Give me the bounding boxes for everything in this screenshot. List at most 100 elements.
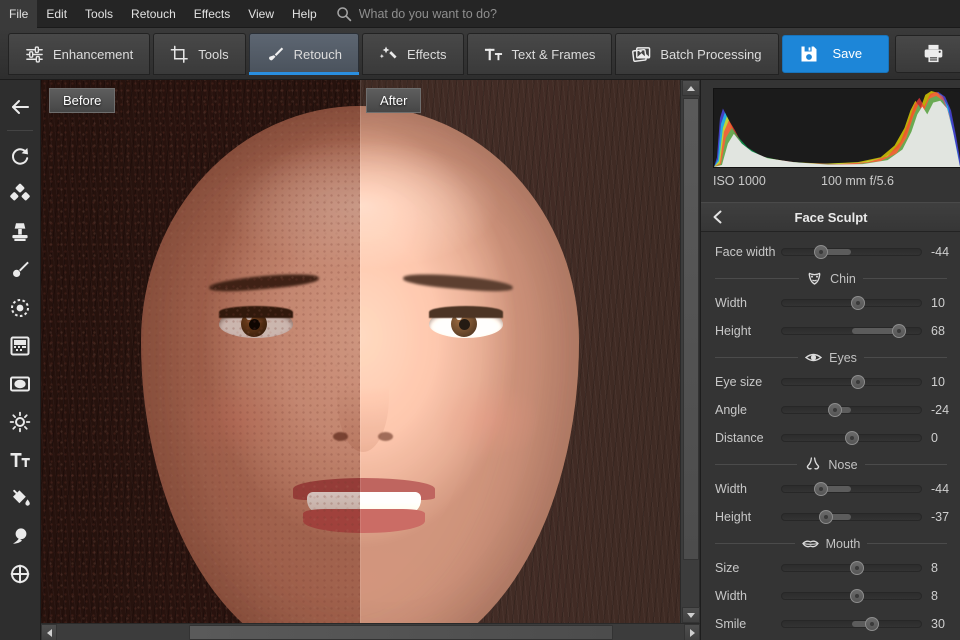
- divider-line: [715, 278, 799, 279]
- chin-icon: [806, 271, 823, 286]
- spot-remover-icon-button[interactable]: [3, 289, 37, 327]
- retouch-brush-icon-button[interactable]: [3, 251, 37, 289]
- scroll-up-button[interactable]: [682, 80, 700, 96]
- tab-effects[interactable]: Effects: [362, 33, 464, 75]
- comparison-divider[interactable]: [360, 80, 361, 623]
- vignette-icon-button[interactable]: [3, 365, 37, 403]
- slider-track[interactable]: [781, 248, 922, 256]
- text-tool-icon-button[interactable]: [3, 441, 37, 479]
- clone-stamp-icon-button[interactable]: [3, 213, 37, 251]
- slider-label: Face width: [715, 245, 781, 259]
- red-eye-icon-button[interactable]: [3, 517, 37, 555]
- rotate-icon-button[interactable]: [3, 137, 37, 175]
- brightness-icon-button[interactable]: [3, 403, 37, 441]
- slider-track[interactable]: [781, 564, 922, 572]
- slider-handle[interactable]: [819, 510, 833, 524]
- menu-item-help[interactable]: Help: [283, 0, 326, 28]
- menu-item-file[interactable]: File: [0, 0, 37, 28]
- right-panel: ISO 1000 100 mm f/5.6 Face Sculpt Face w…: [700, 80, 960, 640]
- tab-label: Text & Frames: [512, 47, 596, 62]
- vertical-scroll-thumb[interactable]: [683, 98, 699, 560]
- vertical-scrollbar[interactable]: [680, 80, 700, 623]
- scroll-right-button[interactable]: [684, 624, 700, 640]
- back-arrow-icon-button[interactable]: [3, 88, 37, 126]
- slider-handle[interactable]: [892, 324, 906, 338]
- slider-track[interactable]: [781, 592, 922, 600]
- slider-handle[interactable]: [828, 403, 842, 417]
- sliders-icon: [25, 45, 44, 64]
- image-canvas[interactable]: Before After: [41, 80, 680, 623]
- slider-track[interactable]: [781, 378, 922, 386]
- healing-patch-icon-button[interactable]: [3, 175, 37, 213]
- divider-line: [715, 543, 795, 544]
- before-image[interactable]: [41, 80, 360, 623]
- horizontal-scrollbar[interactable]: [41, 623, 700, 640]
- slider-list: Face width-44ChinWidth10Height68EyesEye …: [701, 232, 960, 640]
- panel-title: Face Sculpt: [735, 210, 960, 225]
- slider-handle[interactable]: [845, 431, 859, 445]
- red-eye-icon: [9, 525, 31, 547]
- crop-icon: [170, 45, 189, 64]
- slider-row: Eye size10: [701, 368, 960, 396]
- tab-label: Retouch: [294, 47, 342, 62]
- tab-retouch[interactable]: Retouch: [249, 33, 359, 75]
- slider-handle[interactable]: [865, 617, 879, 631]
- brightness-icon: [9, 411, 31, 433]
- section-divider-mouth: Mouth: [701, 536, 960, 551]
- brush-icon: [266, 45, 285, 64]
- slider-track[interactable]: [781, 327, 922, 335]
- menu-item-effects[interactable]: Effects: [185, 0, 239, 28]
- slider-handle[interactable]: [851, 296, 865, 310]
- tab-text-and-frames[interactable]: Text & Frames: [467, 33, 613, 75]
- print-button[interactable]: [895, 35, 960, 73]
- panel-header: Face Sculpt: [701, 202, 960, 232]
- menu-item-view[interactable]: View: [239, 0, 283, 28]
- slider-value: 0: [931, 431, 960, 445]
- slider-track[interactable]: [781, 434, 922, 442]
- tab-label: Effects: [407, 47, 447, 62]
- slider-handle[interactable]: [851, 375, 865, 389]
- text-tool-icon: [9, 449, 31, 471]
- slider-track[interactable]: [781, 513, 922, 521]
- save-button[interactable]: Save: [782, 35, 890, 73]
- section-label: Chin: [830, 272, 856, 286]
- slider-handle[interactable]: [814, 482, 828, 496]
- gradient-icon-button[interactable]: [3, 327, 37, 365]
- after-image[interactable]: [360, 80, 680, 623]
- search-box[interactable]: [336, 6, 619, 22]
- after-label: After: [366, 88, 421, 113]
- scroll-down-button[interactable]: [682, 607, 700, 623]
- move-icon-button[interactable]: [3, 555, 37, 593]
- main-toolbar: Enhancement Tools Retouch Effects: [0, 28, 960, 80]
- menu-item-tools[interactable]: Tools: [76, 0, 122, 28]
- toolbar-actions: Save: [782, 33, 960, 79]
- horizontal-scroll-thumb[interactable]: [189, 625, 613, 640]
- panel-back-button[interactable]: [701, 202, 735, 232]
- slider-handle[interactable]: [850, 589, 864, 603]
- app-window: File Edit Tools Retouch Effects View Hel…: [0, 0, 960, 640]
- slider-row: Smile30: [701, 610, 960, 638]
- tab-tools[interactable]: Tools: [153, 33, 245, 75]
- slider-value: 8: [931, 589, 960, 603]
- menu-item-edit[interactable]: Edit: [37, 0, 76, 28]
- scroll-left-button[interactable]: [41, 624, 57, 640]
- search-input[interactable]: [359, 7, 619, 21]
- slider-value: 10: [931, 375, 960, 389]
- slider-track[interactable]: [781, 485, 922, 493]
- slider-handle[interactable]: [850, 561, 864, 575]
- menu-item-retouch[interactable]: Retouch: [122, 0, 185, 28]
- clone-stamp-icon: [9, 221, 31, 243]
- tab-batch-processing[interactable]: Batch Processing: [615, 33, 778, 75]
- section-label: Mouth: [826, 537, 861, 551]
- slider-handle[interactable]: [814, 245, 828, 259]
- tool-rail: [0, 80, 41, 640]
- slider-track[interactable]: [781, 299, 922, 307]
- divider-line: [867, 543, 947, 544]
- tab-enhancement[interactable]: Enhancement: [8, 33, 150, 75]
- paint-bucket-icon: [9, 487, 31, 509]
- rail-divider: [7, 130, 33, 131]
- slider-label: Width: [715, 296, 781, 310]
- paint-bucket-icon-button[interactable]: [3, 479, 37, 517]
- slider-track[interactable]: [781, 620, 922, 628]
- slider-track[interactable]: [781, 406, 922, 414]
